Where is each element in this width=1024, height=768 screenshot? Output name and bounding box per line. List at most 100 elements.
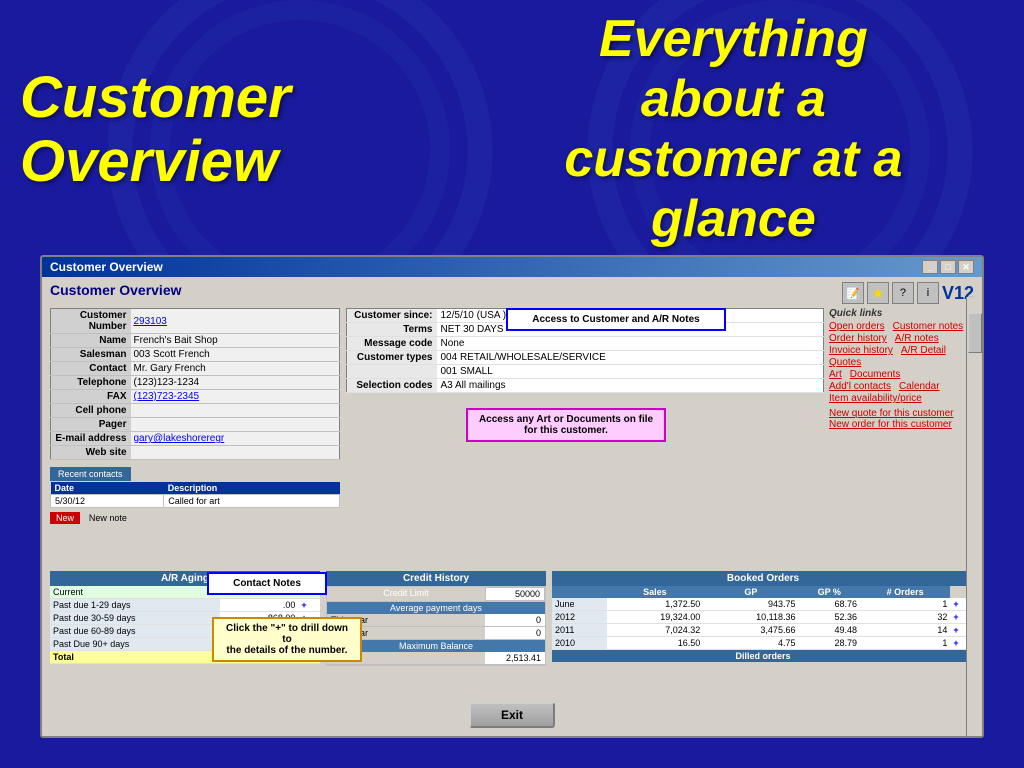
salesman-value: 003 Scott French xyxy=(131,348,340,362)
ar-1-29-plus[interactable]: + xyxy=(301,600,306,610)
ql-row: Add'l contacts Calendar xyxy=(829,381,974,392)
quotes-link[interactable]: Quotes xyxy=(829,357,861,368)
this-year-value: 0 xyxy=(485,614,545,626)
2011-sales: 7,024.32 xyxy=(607,624,704,637)
help-icon[interactable]: ? xyxy=(892,282,914,304)
2012-gp: 10,118.36 xyxy=(703,611,798,624)
cellphone-value xyxy=(131,404,340,418)
maximize-button[interactable]: □ xyxy=(940,260,956,274)
2011-plus[interactable]: + xyxy=(953,625,958,635)
ar-current-label: Current xyxy=(50,586,220,599)
art-link[interactable]: Art xyxy=(829,369,842,380)
pager-label: Pager xyxy=(51,418,131,432)
contact-desc: Called for art xyxy=(164,495,340,508)
open-orders-link[interactable]: Open orders xyxy=(829,321,885,332)
co-icons: 📝 ★ ? i V12 xyxy=(842,282,974,304)
table-row: Telephone (123)123-1234 xyxy=(51,376,340,390)
2010-gp-pct: 28.79 xyxy=(798,637,860,650)
june-plus[interactable]: + xyxy=(953,599,958,609)
addl-contacts-link[interactable]: Add'l contacts xyxy=(829,381,891,392)
close-button[interactable]: ✕ xyxy=(958,260,974,274)
star-icon[interactable]: ★ xyxy=(867,282,889,304)
new-quote-link[interactable]: New quote for this customer xyxy=(829,408,954,419)
table-row: 2010 16.50 4.75 28.79 1 + xyxy=(552,637,974,650)
order-history-link[interactable]: Order history xyxy=(829,333,887,344)
ql-special-links: New quote for this customer New order fo… xyxy=(829,408,974,430)
calendar-link[interactable]: Calendar xyxy=(899,381,940,392)
new-order-link[interactable]: New order for this customer xyxy=(829,419,952,430)
amount-value: 2,513.41 xyxy=(485,652,545,664)
contact-value: Mr. Gary French xyxy=(131,362,340,376)
quick-links-panel: Quick links Open orders Customer notes O… xyxy=(829,308,974,430)
period-header xyxy=(552,586,607,598)
ar-total-label: Total xyxy=(50,651,220,664)
table-row: Cell phone xyxy=(51,404,340,418)
june-period: June xyxy=(552,598,607,611)
fax-value[interactable]: (123)723-2345 xyxy=(131,390,340,404)
access-notes-callout: Access to Customer and A/R Notes xyxy=(506,308,726,331)
ar-1-29-label: Past due 1-29 days xyxy=(50,599,220,612)
customer-number-value[interactable]: 293103 xyxy=(131,309,340,334)
gp-header: GP xyxy=(703,586,798,598)
exit-button[interactable]: Exit xyxy=(469,702,555,728)
new-note-label: New note xyxy=(89,513,127,523)
table-row: E-mail address gary@lakeshoreregr xyxy=(51,432,340,446)
scrollbar-thumb[interactable] xyxy=(968,313,982,353)
scrollbar[interactable] xyxy=(966,297,982,736)
contact-label: Contact xyxy=(51,362,131,376)
2011-gp: 3,475.66 xyxy=(703,624,798,637)
info-icon[interactable]: i xyxy=(917,282,939,304)
title-right-line1: Everything xyxy=(599,10,868,68)
june-gp-pct: 68.76 xyxy=(798,598,860,611)
table-row: 5/30/12 Called for art xyxy=(51,495,340,508)
table-row: Message code None xyxy=(347,337,824,351)
customer-notes-link[interactable]: Customer notes xyxy=(893,321,964,332)
ar-1-29-value: .00 xyxy=(220,599,299,612)
credit-history-title: Credit History xyxy=(326,571,546,586)
main-title-left: Customer Overview xyxy=(20,66,291,194)
item-availability-link[interactable]: Item availability/price xyxy=(829,393,922,404)
new-note-button[interactable]: New xyxy=(50,512,80,524)
table-row: Customer types 004 RETAIL/WHOLESALE/SERV… xyxy=(347,351,824,365)
booked-orders-title: Booked Orders xyxy=(552,571,974,586)
website-value xyxy=(131,446,340,460)
invoice-history-link[interactable]: Invoice history xyxy=(829,345,893,356)
2010-plus[interactable]: + xyxy=(953,638,958,648)
titlebar: Customer Overview _ □ ✕ xyxy=(42,257,982,277)
ar-detail-link[interactable]: A/R Detail xyxy=(901,345,946,356)
email-value[interactable]: gary@lakeshoreregr xyxy=(131,432,340,446)
2012-plus[interactable]: + xyxy=(953,612,958,622)
minimize-button[interactable]: _ xyxy=(922,260,938,274)
right-panel: Customer since: 12/5/10 (USA ) Terms NET… xyxy=(346,308,974,528)
window-content: Customer Overview 📝 ★ ? i V12 Customer N… xyxy=(42,277,982,736)
table-row: Name French's Bait Shop xyxy=(51,334,340,348)
ql-row: Quotes xyxy=(829,357,974,368)
table-row: Contact Mr. Gary French xyxy=(51,362,340,376)
window-controls: _ □ ✕ xyxy=(922,260,974,274)
table-row: Customer Number 293103 xyxy=(51,309,340,334)
salesman-label: Salesman xyxy=(51,348,131,362)
2011-period: 2011 xyxy=(552,624,607,637)
bottom-section: A/R Aging Current 682.47 + Past due 1-29… xyxy=(50,571,974,701)
recent-contacts-button[interactable]: Recent contacts xyxy=(50,467,131,481)
access-notes-text: Access to Customer and A/R Notes xyxy=(532,314,699,325)
ar-30-59-label: Past due 30-59 days xyxy=(50,612,220,625)
notes-icon[interactable]: 📝 xyxy=(842,282,864,304)
title-line1: Customer xyxy=(20,65,291,130)
2010-orders: 1 xyxy=(860,637,950,650)
click-plus-text: Click the "+" to drill down tothe detail… xyxy=(226,623,348,656)
ar-90-label: Past Due 90+ days xyxy=(50,638,220,651)
message-code-label: Message code xyxy=(347,337,437,351)
message-code-value: None xyxy=(437,337,824,351)
credit-limit-label: Credit Limit xyxy=(327,587,485,601)
quick-links-title: Quick links xyxy=(829,308,974,319)
terms-label: Terms xyxy=(347,323,437,337)
2010-period: 2010 xyxy=(552,637,607,650)
contact-notes-callout-text: Contact Notes xyxy=(233,578,301,589)
june-orders: 1 xyxy=(860,598,950,611)
orders-header: # Orders xyxy=(860,586,950,598)
documents-link[interactable]: Documents xyxy=(850,369,901,380)
ar-notes-link[interactable]: A/R notes xyxy=(895,333,939,344)
customer-types-value: 004 RETAIL/WHOLESALE/SERVICE xyxy=(437,351,824,365)
2012-orders: 32 xyxy=(860,611,950,624)
